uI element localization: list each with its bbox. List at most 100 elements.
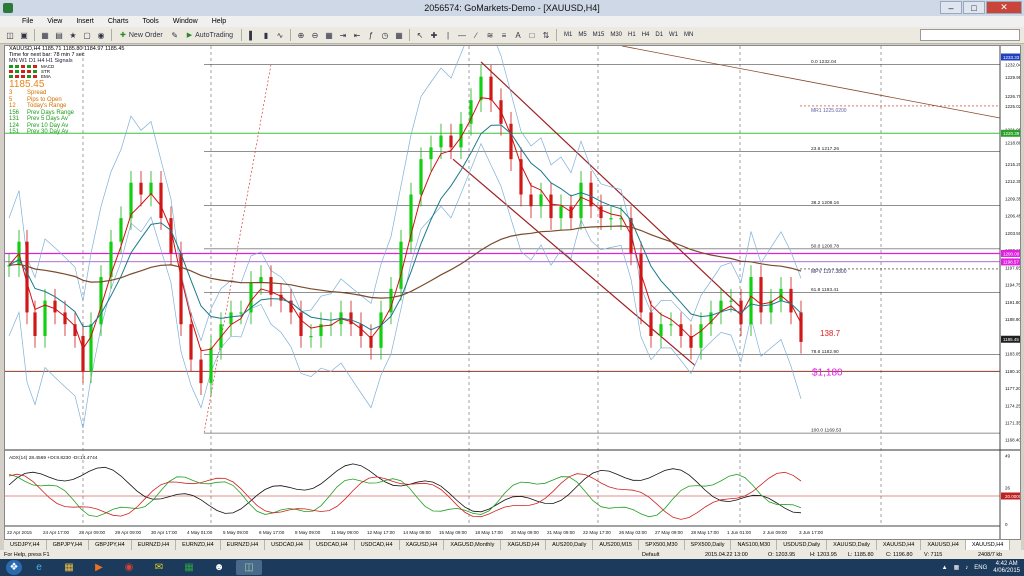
navigator-icon[interactable]: ★ <box>67 29 79 42</box>
chart-tab[interactable]: NAS100,M30 <box>731 540 778 550</box>
price-axis-label: 1194.75 <box>1005 282 1021 287</box>
price-chart[interactable]: 0.0 1232.04 23.6 1217.26 38.2 1208.16 50.0 … <box>4 45 1021 540</box>
time-axis-label: 8 May 09:00 <box>295 530 321 535</box>
horizontal-line-icon[interactable]: — <box>456 29 468 42</box>
menu-item-file[interactable]: File <box>22 18 33 25</box>
maximize-button[interactable]: □ <box>963 1 985 14</box>
chart-tab[interactable]: EURNZD,H4 <box>132 540 177 550</box>
new-chart-icon[interactable]: ◫ <box>4 29 16 42</box>
zoom-in-icon[interactable]: ⊕ <box>295 29 307 42</box>
fib-level-label: 61.8 1193.41 <box>811 287 839 293</box>
text-icon[interactable]: A <box>512 29 524 42</box>
templates-icon[interactable]: ▦ <box>393 29 405 42</box>
excel-icon[interactable]: ▦ <box>176 560 202 575</box>
chart-tab[interactable]: USDCAD,H4 <box>265 540 310 550</box>
chart-tab[interactable]: USDCAD,H4 <box>310 540 355 550</box>
explorer-icon[interactable]: ▦ <box>56 560 82 575</box>
chart-tab[interactable]: XAUUSD,H4 <box>877 540 922 550</box>
chart-tab[interactable]: USDCAD,H4 <box>355 540 400 550</box>
chart-canvas[interactable]: 0.0 1232.04 23.6 1217.26 38.2 1208.16 50.0 … <box>5 46 1021 540</box>
chart-tab[interactable]: SPX500,Daily <box>685 540 732 550</box>
candle-body <box>799 312 803 342</box>
menu-item-view[interactable]: View <box>47 18 62 25</box>
media-icon[interactable]: ▶ <box>86 560 112 575</box>
chart-tab[interactable]: AUS200,Daily <box>546 540 594 550</box>
timeframe-w1[interactable]: W1 <box>666 30 681 41</box>
autoscroll-icon[interactable]: ⇥ <box>337 29 349 42</box>
network-icon[interactable]: ▦ <box>954 564 960 571</box>
meta-editor-icon[interactable]: ✎ <box>169 29 181 42</box>
candle-body <box>549 194 553 219</box>
signal-dot <box>9 75 13 78</box>
line-chart-icon[interactable]: ∿ <box>274 29 286 42</box>
chart-tab[interactable]: GBPJPY,H4 <box>89 540 132 550</box>
menu-item-help[interactable]: Help <box>212 18 226 25</box>
search-input[interactable] <box>920 29 1020 41</box>
arrows-icon[interactable]: ⇅ <box>540 29 552 42</box>
autotrading-button[interactable]: ▶ AutoTrading <box>183 29 237 42</box>
timeframe-m30[interactable]: M30 <box>607 30 625 41</box>
minimize-button[interactable]: – <box>940 1 962 14</box>
menu-item-insert[interactable]: Insert <box>76 18 94 25</box>
language-indicator[interactable]: ENG <box>974 565 987 571</box>
mail-icon[interactable]: ✉ <box>146 560 172 575</box>
label-icon[interactable]: □ <box>526 29 538 42</box>
start-button[interactable]: ❖ <box>6 560 22 575</box>
chart-tab[interactable]: XAUUSD,H4 <box>965 540 1011 550</box>
chart-tab[interactable]: XAGUSD,H4 <box>501 540 547 550</box>
chart-tab[interactable]: AUS200,M15 <box>593 540 640 550</box>
tray-arrow-icon[interactable]: ▲ <box>942 565 948 571</box>
chart-shift-icon[interactable]: ⇤ <box>351 29 363 42</box>
ie-icon[interactable]: e <box>26 560 52 575</box>
tester-icon[interactable]: ◉ <box>95 29 107 42</box>
chart-tab[interactable]: XAGUSD,H4 <box>400 540 445 550</box>
vertical-line-icon[interactable]: | <box>442 29 454 42</box>
bar-chart-icon[interactable]: ▌ <box>246 29 258 42</box>
chart-tab[interactable]: XAUUSD,H4 <box>921 540 966 550</box>
clock[interactable]: 4:42 AM 4/06/2015 <box>993 561 1020 575</box>
fibonacci-icon[interactable]: ≡ <box>498 29 510 42</box>
people-icon[interactable]: ☻ <box>206 560 232 575</box>
chart-tab[interactable]: GBPJPY,H4 <box>47 540 90 550</box>
candle-body <box>229 312 233 325</box>
profiles-icon[interactable]: ▣ <box>18 29 30 42</box>
terminal-icon[interactable]: ▢ <box>81 29 93 42</box>
data-window-icon[interactable]: ▤ <box>53 29 65 42</box>
new-order-icon: ✚ <box>120 32 126 39</box>
chart-tab[interactable]: SPX500,M30 <box>639 540 685 550</box>
channel-icon[interactable]: ≋ <box>484 29 496 42</box>
market-watch-icon[interactable]: ▦ <box>39 29 51 42</box>
timeframe-m15[interactable]: M15 <box>590 30 608 41</box>
chart-tab[interactable]: USDJPY,H4 <box>4 540 47 550</box>
periods-icon[interactable]: ◷ <box>379 29 391 42</box>
timeframe-d1[interactable]: D1 <box>652 30 666 41</box>
crosshair-icon[interactable]: ✚ <box>428 29 440 42</box>
zoom-out-icon[interactable]: ⊖ <box>309 29 321 42</box>
new-order-button[interactable]: ✚ New Order <box>116 29 167 42</box>
timeframe-mn[interactable]: MN <box>681 30 696 41</box>
menu-item-tools[interactable]: Tools <box>142 18 158 25</box>
chart-tab[interactable]: XAUUSD,Daily <box>827 540 877 550</box>
indicators-icon[interactable]: ƒ <box>365 29 377 42</box>
chart-tab[interactable]: EURNZD,H4 <box>221 540 266 550</box>
chart-tab[interactable]: USDUSD,Daily <box>777 540 828 550</box>
pips-annotation: 138.7 <box>820 329 841 338</box>
price-axis-label: 1209.35 <box>1005 196 1021 201</box>
menu-item-charts[interactable]: Charts <box>108 18 129 25</box>
timeframe-h1[interactable]: H1 <box>625 30 639 41</box>
menu-item-window[interactable]: Window <box>173 18 198 25</box>
volume-icon[interactable]: ♪ <box>965 565 968 571</box>
chart-tab[interactable]: EURNZD,H4 <box>176 540 221 550</box>
candle-body <box>749 277 753 325</box>
candlestick-icon[interactable]: ▮ <box>260 29 272 42</box>
metatrader-icon[interactable]: ◫ <box>236 560 262 575</box>
timeframe-m1[interactable]: M1 <box>561 30 575 41</box>
cursor-icon[interactable]: ↖ <box>414 29 426 42</box>
chrome-icon[interactable]: ◉ <box>116 560 142 575</box>
tile-icon[interactable]: ▦ <box>323 29 335 42</box>
trendline-icon[interactable]: ∕ <box>470 29 482 42</box>
timeframe-h4[interactable]: H4 <box>639 30 653 41</box>
timeframe-m5[interactable]: M5 <box>575 30 589 41</box>
chart-tab[interactable]: XAGUSD,Monthly <box>444 540 502 550</box>
close-button[interactable]: ✕ <box>986 1 1022 14</box>
